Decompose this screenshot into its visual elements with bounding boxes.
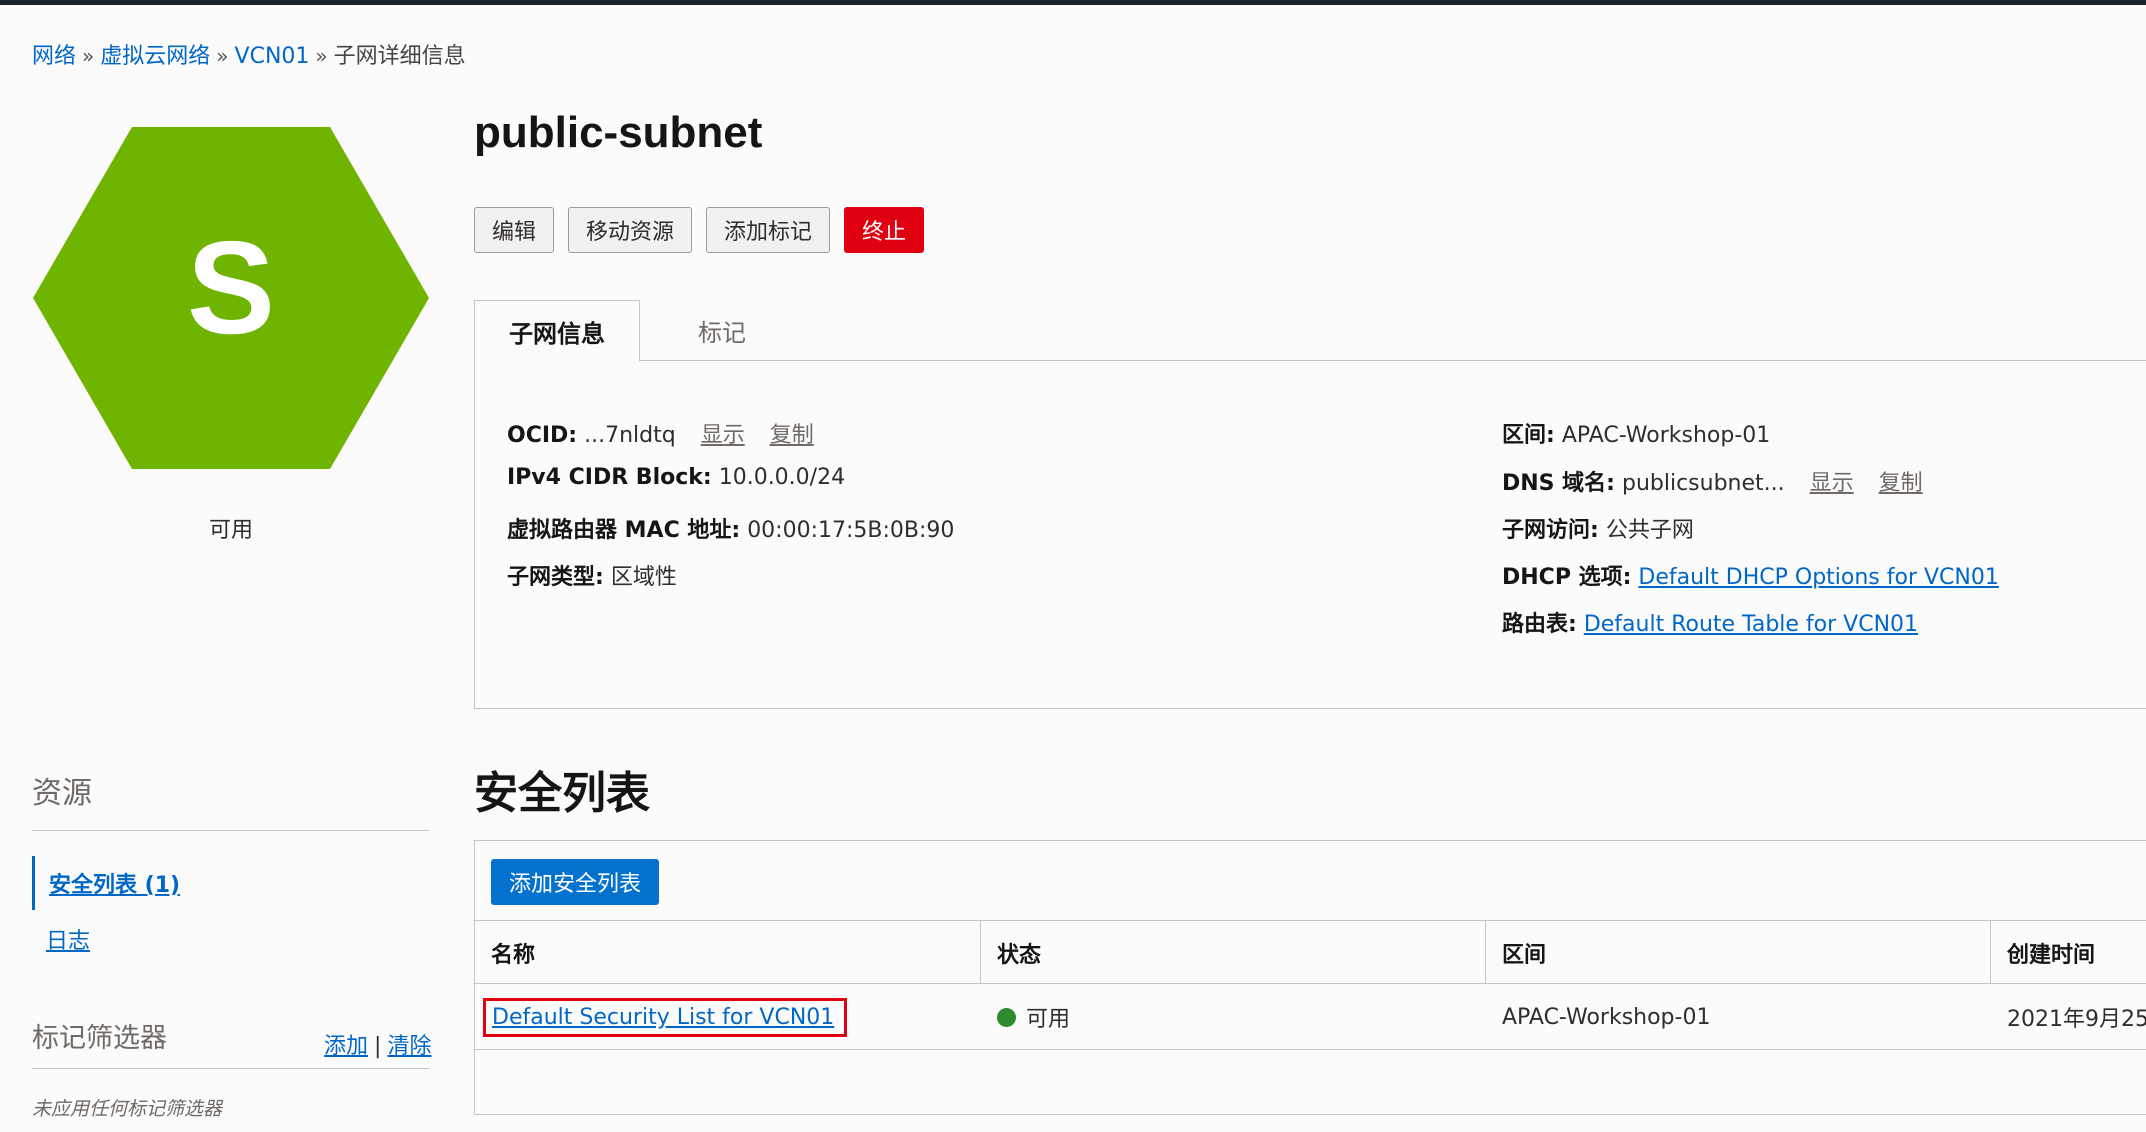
resource-status: 可用 — [208, 518, 253, 543]
dhcp-row: DHCP 选项: Default DHCP Options for VCN01 — [1502, 559, 1999, 591]
cell-created: 2021年9月25日 — [2007, 1007, 2146, 1032]
status-available-icon — [997, 1007, 1016, 1027]
subnet-type-value: 区域性 — [610, 565, 677, 590]
highlight-box: Default Security List for VCN01 — [483, 997, 848, 1037]
tag-filter-separator: | — [374, 1034, 382, 1059]
subnet-type-label: 子网类型: — [507, 565, 604, 590]
subnet-hexagon-icon: S — [33, 127, 429, 469]
breadcrumb-separator: » — [216, 44, 229, 68]
detail-tabs: 子网信息 标记 — [474, 300, 2146, 362]
dns-show-link[interactable]: 显示 — [1810, 471, 1854, 496]
compartment-label: 区间: — [1502, 423, 1555, 448]
mac-label: 虚拟路由器 MAC 地址: — [507, 518, 741, 543]
cidr-value: 10.0.0.0/24 — [718, 465, 846, 490]
dhcp-label: DHCP 选项: — [1502, 565, 1632, 590]
breadcrumb-link-networking[interactable]: 网络 — [32, 44, 76, 69]
resources-heading: 资源 — [32, 776, 92, 811]
cidr-row: IPv4 CIDR Block: 10.0.0.0/24 — [507, 465, 845, 490]
table-toolbar: 添加安全列表 — [491, 859, 660, 905]
breadcrumb-separator: » — [315, 44, 328, 68]
ocid-copy-link[interactable]: 复制 — [770, 423, 814, 448]
subnet-access-row: 子网访问: 公共子网 — [1502, 512, 1694, 544]
route-table-link[interactable]: Default Route Table for VCN01 — [1584, 612, 1918, 637]
tab-subnet-info[interactable]: 子网信息 — [474, 300, 640, 362]
dns-row: DNS 域名: publicsubnet... 显示 复制 — [1502, 465, 1923, 497]
sidebar-item-logs[interactable]: 日志 — [32, 912, 429, 966]
column-header-compartment[interactable]: 区间 — [1486, 921, 1991, 984]
hexagon-letter: S — [187, 214, 275, 361]
subnet-access-value: 公共子网 — [1605, 518, 1694, 543]
add-tags-button[interactable]: 添加标记 — [706, 207, 831, 253]
state-text: 可用 — [1026, 1007, 1071, 1032]
mac-value: 00:00:17:5B:0B:90 — [747, 518, 955, 543]
edit-button[interactable]: 编辑 — [474, 207, 555, 253]
tab-tags[interactable]: 标记 — [640, 300, 804, 361]
ocid-value: ...7nldtq — [584, 423, 676, 448]
subnet-type-row: 子网类型: 区域性 — [507, 559, 677, 591]
move-resource-button[interactable]: 移动资源 — [568, 207, 693, 253]
subnet-access-label: 子网访问: — [1502, 518, 1599, 543]
cidr-label: IPv4 CIDR Block: — [507, 465, 712, 490]
dns-label: DNS 域名: — [1502, 471, 1615, 496]
ocid-row: OCID: ...7nldtq 显示 复制 — [507, 417, 814, 449]
breadcrumb-link-vcn01[interactable]: VCN01 — [235, 44, 310, 69]
sidebar-item-security-lists[interactable]: 安全列表 (1) — [32, 856, 429, 910]
cell-state: 可用 — [981, 984, 1486, 1050]
route-table-label: 路由表: — [1502, 612, 1577, 637]
tag-filter-add-link[interactable]: 添加 — [324, 1034, 368, 1059]
subnet-info-panel: OCID: ...7nldtq 显示 复制 IPv4 CIDR Block: 1… — [474, 360, 2146, 709]
action-bar: 编辑 移动资源 添加标记 终止 — [474, 207, 925, 253]
dns-copy-link[interactable]: 复制 — [1879, 471, 1923, 496]
table-header: 名称 状态 区间 创建时间 — [475, 920, 2146, 984]
security-list-link[interactable]: Default Security List for VCN01 — [492, 1005, 834, 1030]
breadcrumb-link-vcn-list[interactable]: 虚拟云网络 — [100, 44, 210, 69]
breadcrumb-current: 子网详细信息 — [333, 44, 466, 69]
dhcp-options-link[interactable]: Default DHCP Options for VCN01 — [1638, 565, 1998, 590]
column-header-state[interactable]: 状态 — [981, 921, 1486, 984]
column-header-name[interactable]: 名称 — [475, 921, 981, 984]
ocid-label: OCID: — [507, 423, 578, 448]
compartment-row: 区间: APAC-Workshop-01 — [1502, 417, 1770, 449]
mac-row: 虚拟路由器 MAC 地址: 00:00:17:5B:0B:90 — [507, 512, 954, 544]
terminate-button[interactable]: 终止 — [844, 207, 925, 253]
dns-value: publicsubnet... — [1621, 471, 1785, 496]
tag-filter-actions: 添加 | 清除 — [324, 1028, 431, 1060]
breadcrumb-separator: » — [82, 44, 95, 68]
page-title: public-subnet — [474, 108, 763, 157]
column-header-created[interactable]: 创建时间 — [1991, 921, 2146, 984]
add-security-list-button[interactable]: 添加安全列表 — [491, 859, 660, 905]
tag-filter-clear-link[interactable]: 清除 — [387, 1034, 431, 1059]
tag-filter-heading: 标记筛选器 — [32, 1023, 167, 1054]
cell-name: Default Security List for VCN01 — [475, 984, 981, 1050]
breadcrumb: 网络» 虚拟云网络» VCN01» 子网详细信息 — [32, 38, 466, 70]
security-lists-table: 添加安全列表 名称 状态 区间 创建时间 Default Security Li… — [474, 840, 2146, 1115]
resources-divider — [32, 830, 429, 831]
table-row: Default Security List for VCN01 可用 APAC-… — [475, 984, 2146, 1050]
cell-compartment: APAC-Workshop-01 — [1502, 1004, 1711, 1030]
route-table-row: 路由表: Default Route Table for VCN01 — [1502, 606, 1918, 638]
tag-filter-divider — [32, 1068, 429, 1069]
ocid-show-link[interactable]: 显示 — [701, 423, 745, 448]
compartment-value: APAC-Workshop-01 — [1561, 423, 1771, 448]
tag-filter-empty-text: 未应用任何标记筛选器 — [32, 1098, 223, 1120]
top-bar — [0, 0, 2146, 5]
security-lists-heading: 安全列表 — [474, 768, 650, 819]
